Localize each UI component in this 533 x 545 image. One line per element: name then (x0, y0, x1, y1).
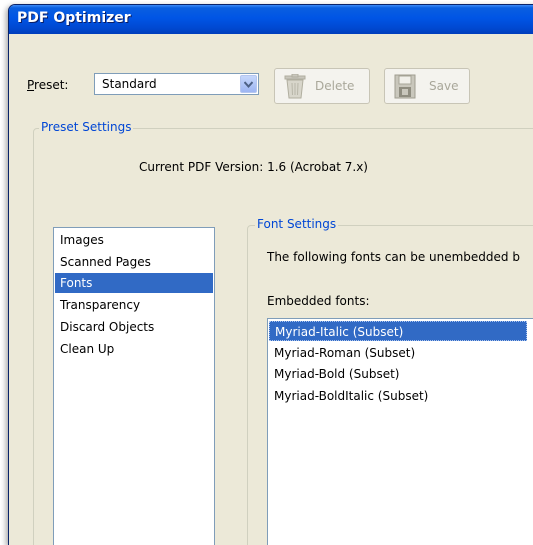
title-bar[interactable]: PDF Optimizer (9, 5, 533, 34)
preset-label-rest: reset: (34, 78, 69, 92)
floppy-disk-icon (394, 74, 416, 102)
embedded-fonts-label: Embedded fonts: (267, 294, 370, 308)
category-fonts[interactable]: Fonts (55, 273, 213, 293)
preset-label: Preset: (27, 78, 68, 92)
save-button[interactable]: Save (384, 68, 470, 104)
font-settings-title: Font Settings (255, 217, 339, 231)
preset-dropdown[interactable]: Standard (94, 73, 259, 95)
preset-label-accesskey: P (27, 78, 35, 92)
category-list[interactable]: Images Scanned Pages Fonts Transparency … (53, 227, 215, 545)
embedded-fonts-list[interactable]: Myriad-Italic (Subset) Myriad-Roman (Sub… (267, 318, 533, 545)
font-item-myriad-roman[interactable]: Myriad-Roman (Subset) (269, 343, 527, 363)
font-item-myriad-bold[interactable]: Myriad-Bold (Subset) (269, 364, 527, 384)
pdf-optimizer-window: PDF Optimizer Preset: Standard Delete Sa… (8, 4, 533, 545)
preset-settings-title: Preset Settings (39, 120, 134, 134)
dropdown-arrow-icon[interactable] (240, 75, 257, 93)
category-discard-objects[interactable]: Discard Objects (55, 317, 213, 337)
category-transparency[interactable]: Transparency (55, 295, 213, 315)
font-item-myriad-bolditalic[interactable]: Myriad-BoldItalic (Subset) (269, 386, 527, 406)
preset-dropdown-value: Standard (102, 77, 157, 91)
trash-icon (284, 73, 306, 102)
unembed-description: The following fonts can be unembedded b (267, 250, 520, 264)
font-item-myriad-italic[interactable]: Myriad-Italic (Subset) (269, 321, 527, 341)
category-scanned-pages[interactable]: Scanned Pages (55, 252, 213, 272)
category-clean-up[interactable]: Clean Up (55, 339, 213, 359)
delete-button[interactable]: Delete (274, 68, 370, 104)
delete-button-label: Delete (315, 79, 355, 93)
save-button-label: Save (429, 79, 459, 93)
category-images[interactable]: Images (55, 230, 213, 250)
pdf-version-text: Current PDF Version: 1.6 (Acrobat 7.x) (139, 160, 368, 174)
window-title: PDF Optimizer (17, 10, 131, 26)
